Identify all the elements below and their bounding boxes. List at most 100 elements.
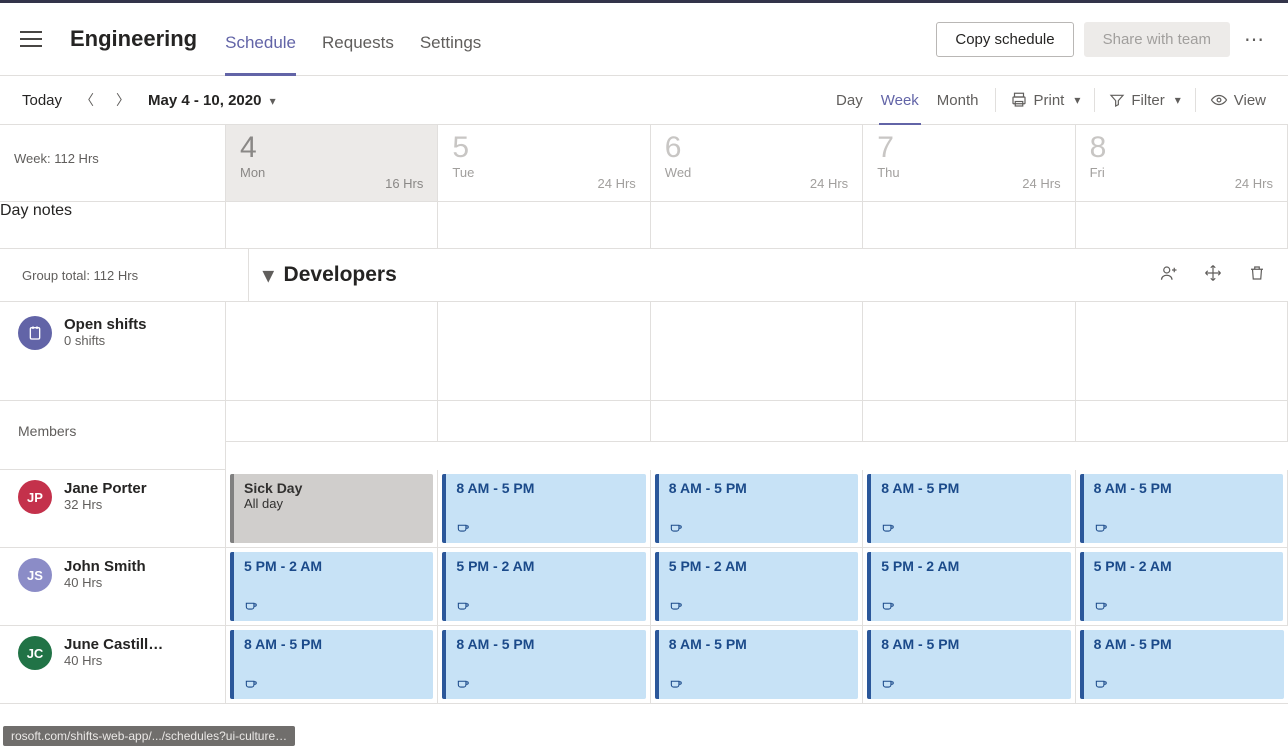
break-icon [881,598,1060,615]
print-button[interactable]: Print ▾ [1010,91,1081,109]
shift-card[interactable]: 5 PM - 2 AM [867,552,1070,621]
day-header[interactable]: 5Tue24 Hrs [438,125,650,202]
person-side[interactable]: JCJune Castill…40 Hrs [0,626,226,704]
person-hours: 40 Hrs [64,653,163,668]
shift-card[interactable]: 8 AM - 5 PM [655,630,858,699]
shift-cell: Sick DayAll day [226,470,438,548]
open-shift-cell[interactable] [863,302,1075,401]
shift-cell: 8 AM - 5 PM [863,626,1075,704]
shift-card[interactable]: 8 AM - 5 PM [230,630,433,699]
shift-time: 5 PM - 2 AM [1094,558,1273,574]
open-shift-cell[interactable] [1076,302,1288,401]
group-actions [1160,264,1288,287]
day-notes-cell[interactable] [438,202,650,249]
filter-icon [1109,92,1125,108]
open-shifts-title: Open shifts [64,316,147,333]
day-number: 7 [877,133,1060,163]
shift-title: Sick Day [244,480,423,496]
person-hours: 40 Hrs [64,575,146,590]
next-week-icon[interactable]: 〉 [116,90,130,110]
shift-time: 5 PM - 2 AM [244,558,423,574]
view-options-button[interactable]: View [1210,91,1266,109]
day-header[interactable]: 7Thu24 Hrs [863,125,1075,202]
open-shift-cell[interactable] [226,302,438,401]
shift-cell: 8 AM - 5 PM [438,626,650,704]
shift-time: 8 AM - 5 PM [881,480,1060,496]
shift-cell: 5 PM - 2 AM [1076,548,1288,626]
day-header[interactable]: 4Mon16 Hrs [226,125,438,202]
day-header[interactable]: 6Wed24 Hrs [651,125,863,202]
shift-card[interactable]: 8 AM - 5 PM [1080,630,1284,699]
divider [1094,88,1095,112]
break-icon [456,520,635,537]
shift-card[interactable]: 8 AM - 5 PM [867,630,1070,699]
break-icon [1094,676,1274,693]
break-icon [881,520,1060,537]
shift-card[interactable]: 8 AM - 5 PM [1080,474,1283,543]
filter-label: Filter [1131,92,1164,109]
day-notes-cell[interactable] [863,202,1075,249]
more-actions-icon[interactable]: ⋯ [1240,21,1268,58]
copy-schedule-button[interactable]: Copy schedule [936,22,1073,57]
day-header[interactable]: 8Fri24 Hrs [1076,125,1288,202]
open-shift-cell[interactable] [651,302,863,401]
move-icon[interactable] [1204,264,1222,287]
person-name: John Smith [64,558,146,575]
print-icon [1010,91,1028,109]
shift-time: 8 AM - 5 PM [456,636,635,652]
tab-schedule[interactable]: Schedule [225,33,296,75]
person-name: June Castill… [64,636,163,653]
absence-card[interactable]: Sick DayAll day [230,474,433,543]
shift-cell: 8 AM - 5 PM [1076,626,1288,704]
shift-time: 5 PM - 2 AM [881,558,1060,574]
shift-card[interactable]: 8 AM - 5 PM [442,474,645,543]
prev-week-icon[interactable]: 〈 [80,90,94,110]
person-side[interactable]: JS John Smith40 Hrs [0,548,226,626]
view-day[interactable]: Day [834,90,865,111]
group-name[interactable]: ▾Developers [263,263,397,288]
break-icon [1094,598,1273,615]
shift-time: 8 AM - 5 PM [244,636,423,652]
open-shift-cell[interactable] [438,302,650,401]
shift-card[interactable]: 5 PM - 2 AM [230,552,433,621]
date-range-picker[interactable]: May 4 - 10, 2020 ▾ [148,92,276,109]
tab-settings[interactable]: Settings [420,33,481,75]
day-hours: 24 Hrs [1022,176,1060,191]
view-week[interactable]: Week [879,90,921,111]
day-notes-cell[interactable] [1076,202,1288,249]
hamburger-menu[interactable] [20,24,50,54]
shift-time: 8 AM - 5 PM [1094,636,1274,652]
shift-card[interactable]: 8 AM - 5 PM [442,630,645,699]
day-hours: 24 Hrs [1235,176,1273,191]
shift-card[interactable]: 5 PM - 2 AM [655,552,858,621]
delete-icon[interactable] [1248,264,1266,287]
break-icon [244,598,423,615]
open-shifts-count: 0 shifts [64,333,147,348]
break-icon [669,676,848,693]
add-person-icon[interactable] [1160,264,1178,287]
shift-time: 5 PM - 2 AM [669,558,848,574]
break-icon [244,676,423,693]
person-side[interactable]: JPJane Porter32 Hrs [0,470,226,548]
today-button[interactable]: Today [22,92,62,109]
shift-time: 5 PM - 2 AM [456,558,635,574]
avatar: JS [18,558,52,592]
spacer [226,401,438,442]
shift-time: 8 AM - 5 PM [669,636,848,652]
tab-requests[interactable]: Requests [322,33,394,75]
shift-cell: 5 PM - 2 AM [438,548,650,626]
spacer [438,401,650,442]
shift-card[interactable]: 5 PM - 2 AM [442,552,645,621]
shift-card[interactable]: 8 AM - 5 PM [655,474,858,543]
filter-button[interactable]: Filter ▾ [1109,92,1180,109]
shift-cell: 8 AM - 5 PM [438,470,650,548]
day-notes-cell[interactable] [226,202,438,249]
day-notes-cell[interactable] [651,202,863,249]
members-label: Members [0,401,226,470]
day-number: 4 [240,133,423,163]
shift-card[interactable]: 8 AM - 5 PM [867,474,1070,543]
share-with-team-button[interactable]: Share with team [1084,22,1230,57]
view-month[interactable]: Month [935,90,981,111]
open-shifts-side[interactable]: Open shifts0 shifts [0,302,226,401]
shift-card[interactable]: 5 PM - 2 AM [1080,552,1283,621]
